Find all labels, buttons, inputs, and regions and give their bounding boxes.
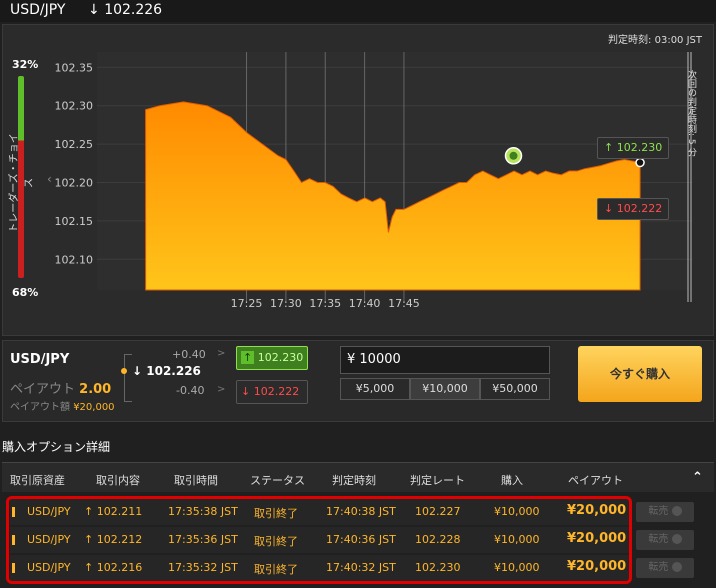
amount-10000-button[interactable]: ¥10,000 — [410, 378, 480, 400]
put-value: 102.222 — [616, 202, 663, 215]
col-time: 取引時間 — [174, 474, 218, 487]
order-divider — [124, 354, 125, 402]
x-tick-label: 17:25 — [231, 297, 263, 310]
payout-amount-row: ペイアウト額 ¥20,000 — [10, 398, 115, 413]
amount-50000-button[interactable]: ¥50,000 — [480, 378, 550, 400]
col-asset: 取引原資産 — [10, 474, 65, 487]
price-chart-svg: 102.35 102.30 102.25 102.20 102.15 102.10 17:2… — [55, 52, 692, 310]
highlight-box — [6, 496, 632, 584]
judge-time: 判定時刻: 03:00 JST — [608, 31, 702, 46]
resell-label: 転売 — [648, 562, 669, 573]
judge-time-value: 03:00 JST — [654, 35, 702, 46]
down-arrow-icon: ↓ — [88, 2, 100, 18]
sentiment-bottom-pct: 68% — [12, 286, 39, 299]
order-divider-top — [124, 354, 132, 355]
amount-input[interactable]: ¥ 10000 — [340, 346, 550, 374]
resell-button[interactable]: 転売 — [636, 502, 694, 522]
price-chart: 102.35 102.30 102.25 102.20 102.15 102.10 17:2… — [52, 50, 712, 316]
order-rate: ↓ 102.226 — [132, 364, 201, 378]
upper-diff: +0.40 — [172, 348, 206, 361]
resell-icon — [671, 562, 682, 572]
col-payout: ペイアウト — [568, 474, 623, 487]
x-tick-label: 17:40 — [349, 297, 381, 310]
y-tick-label: 102.10 — [55, 253, 94, 266]
resell-icon — [671, 534, 682, 544]
down-arrow-icon: ↓ — [132, 364, 143, 378]
entry-pin-dot — [509, 151, 518, 160]
amount-5000-button[interactable]: ¥5,000 — [340, 378, 410, 400]
order-put-value: 102.222 — [253, 385, 300, 398]
current-rate-value: 102.226 — [104, 2, 163, 18]
y-tick-label: 102.35 — [55, 61, 94, 74]
chevron-right-icon: > — [217, 348, 226, 359]
order-divider-bottom — [124, 401, 132, 402]
y-tick-label: 102.30 — [55, 100, 94, 113]
up-arrow-icon: ↑ — [604, 141, 614, 154]
chevron-right-icon: > — [217, 384, 226, 395]
next-judge-label: 次回の判定時刻: 5 分 — [686, 70, 696, 157]
payout-value: 2.00 — [79, 382, 112, 397]
chart-call-button[interactable]: ↑ 102.230 — [597, 137, 669, 159]
resell-button[interactable]: 転売 — [636, 530, 694, 550]
judge-time-label: 判定時刻: — [608, 35, 652, 46]
y-tick-label: 102.20 — [55, 177, 94, 190]
col-trade: 取引内容 — [96, 474, 140, 487]
current-rate: ↓ 102.226 — [88, 2, 162, 18]
collapse-up-icon[interactable]: ⌃ — [692, 470, 703, 485]
buy-now-button[interactable]: 今すぐ購入 — [578, 346, 702, 402]
resell-button[interactable]: 転売 — [636, 558, 694, 578]
payout-amount-label: ペイアウト額 — [10, 402, 70, 413]
order-call-value: 102.230 — [257, 351, 304, 364]
y-tick-label: 102.15 — [55, 215, 94, 228]
call-value: 102.230 — [616, 141, 663, 154]
down-arrow-icon: ↓ — [604, 202, 614, 215]
rate-dot-icon — [121, 368, 127, 374]
order-rate-value: 102.226 — [146, 364, 201, 378]
pair-title: USD/JPY — [10, 2, 66, 18]
col-buy: 購入 — [501, 474, 523, 487]
down-arrow-icon: ↓ — [241, 385, 251, 398]
col-judge-time: 判定時刻 — [332, 474, 376, 487]
y-tick-label: 102.25 — [55, 138, 94, 151]
order-call-button[interactable]: ↑ 102.230 — [236, 346, 308, 370]
x-tick-label: 17:30 — [270, 297, 302, 310]
col-judge-rate: 判定レート — [410, 474, 465, 487]
chart-put-button[interactable]: ↓ 102.222 — [597, 198, 669, 220]
sentiment-label: トレーダーズ・チョイス — [9, 133, 35, 233]
payout-row: ペイアウト 2.00 — [10, 378, 111, 397]
current-price-marker — [635, 157, 645, 168]
order-pair: USD/JPY — [10, 352, 70, 367]
payout-label: ペイアウト — [10, 382, 76, 397]
order-put-button[interactable]: ↓ 102.222 — [236, 380, 308, 404]
resell-icon — [671, 506, 682, 516]
col-status: ステータス — [250, 474, 305, 487]
x-tick-label: 17:35 — [309, 297, 341, 310]
payout-amount: ¥20,000 — [73, 402, 115, 413]
resell-label: 転売 — [648, 534, 669, 545]
lower-diff: -0.40 — [176, 384, 205, 397]
x-tick-label: 17:45 — [388, 297, 420, 310]
options-title: 購入オプション詳細 — [2, 440, 111, 454]
up-arrow-icon: ↑ — [241, 351, 255, 364]
sentiment-top-pct: 32% — [12, 58, 39, 71]
resell-label: 転売 — [648, 506, 669, 517]
